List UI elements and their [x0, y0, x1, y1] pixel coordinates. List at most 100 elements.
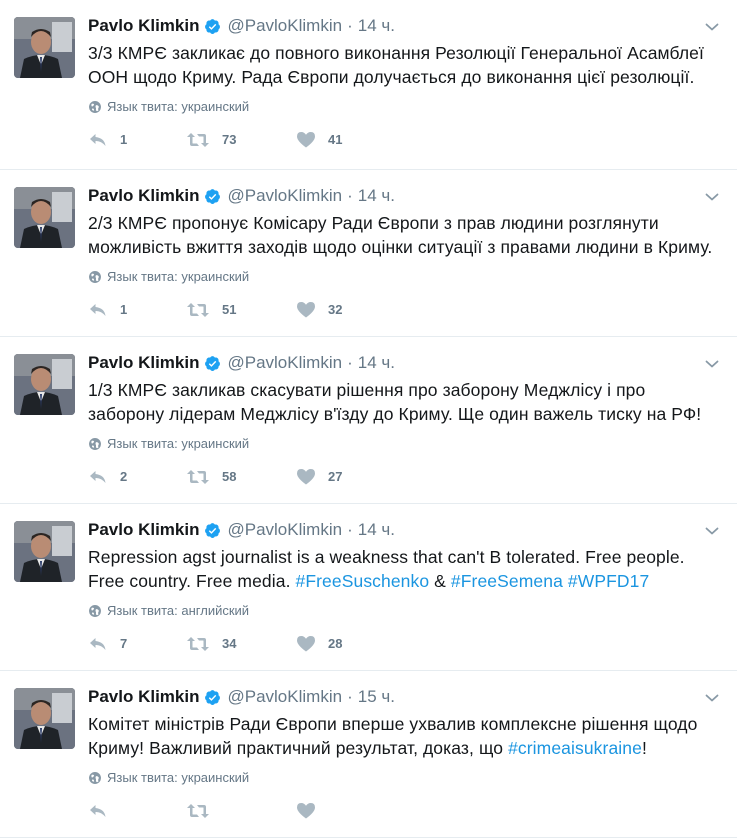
reply-button[interactable]: 1: [88, 132, 186, 148]
globe-icon: [88, 100, 102, 114]
globe-icon: [88, 604, 102, 618]
tweet-header: Pavlo Klimkin @PavloKlimkin · 14 ч.: [88, 12, 723, 40]
like-count: 28: [328, 636, 343, 651]
heart-icon: [297, 469, 315, 485]
tweet-text: 1/3 КМРЄ закликав скасувати рішення про …: [88, 378, 723, 426]
author-name[interactable]: Pavlo Klimkin: [88, 186, 199, 206]
tweet-text-segment: &: [429, 571, 451, 591]
separator-dot: ·: [347, 687, 353, 706]
tweet-header: Pavlo Klimkin @PavloKlimkin · 14 ч.: [88, 349, 723, 377]
author-handle[interactable]: @PavloKlimkin: [227, 16, 342, 36]
tweet-text: Repression agst journalist is a weakness…: [88, 545, 723, 593]
retweet-count: 34: [222, 636, 237, 651]
author-name[interactable]: Pavlo Klimkin: [88, 520, 199, 540]
timestamp[interactable]: 15 ч.: [358, 687, 395, 707]
author-handle[interactable]: @PavloKlimkin: [227, 520, 342, 540]
avatar[interactable]: [14, 354, 75, 415]
verified-badge-icon: [204, 355, 221, 372]
tweet-language: Язык твита: украинский: [88, 269, 723, 284]
tweet-language: Язык твита: украинский: [88, 99, 723, 114]
like-button[interactable]: 41: [296, 131, 396, 148]
reply-icon: [90, 133, 106, 146]
retweet-button[interactable]: 58: [186, 469, 296, 485]
tweet[interactable]: Pavlo Klimkin @PavloKlimkin · 14 ч. Repr…: [0, 504, 737, 671]
verified-badge-icon: [204, 689, 221, 706]
reply-count: 1: [120, 132, 128, 147]
hashtag-link[interactable]: #FreeSuschenko: [296, 571, 430, 591]
tweet-text-segment: 2/3 КМРЄ пропонує Комісару Ради Європи з…: [88, 213, 713, 257]
like-count: 27: [328, 469, 343, 484]
tweet-header: Pavlo Klimkin @PavloKlimkin · 14 ч.: [88, 182, 723, 210]
verified-badge-icon: [204, 18, 221, 35]
tweet[interactable]: Pavlo Klimkin @PavloKlimkin · 14 ч. 3/3 …: [0, 0, 737, 170]
chevron-down-icon[interactable]: [705, 20, 719, 34]
tweet-language-label: Язык твита: английский: [107, 603, 250, 618]
reply-count: 7: [120, 636, 128, 651]
tweet[interactable]: Pavlo Klimkin @PavloKlimkin · 14 ч. 1/3 …: [0, 337, 737, 504]
author-handle[interactable]: @PavloKlimkin: [227, 353, 342, 373]
author-handle[interactable]: @PavloKlimkin: [227, 186, 342, 206]
tweet-actions: 2 58 27: [88, 468, 723, 485]
author-name[interactable]: Pavlo Klimkin: [88, 353, 199, 373]
hashtag-link[interactable]: #WPFD17: [568, 571, 649, 591]
globe-icon: [88, 270, 102, 284]
author-name[interactable]: Pavlo Klimkin: [88, 687, 199, 707]
reply-icon: [90, 804, 106, 817]
chevron-down-icon[interactable]: [705, 357, 719, 371]
hashtag-link[interactable]: #crimeaisukraine: [508, 738, 642, 758]
retweet-button[interactable]: 73: [186, 132, 296, 148]
avatar[interactable]: [14, 187, 75, 248]
like-button[interactable]: 32: [296, 301, 396, 318]
verified-badge-icon: [204, 522, 221, 539]
avatar[interactable]: [14, 17, 75, 78]
heart-icon: [297, 302, 315, 318]
tweet-language-label: Язык твита: украинский: [107, 269, 250, 284]
timestamp[interactable]: 14 ч.: [358, 16, 395, 36]
retweet-button[interactable]: 51: [186, 302, 296, 318]
chevron-down-icon[interactable]: [705, 691, 719, 705]
timeline: Pavlo Klimkin @PavloKlimkin · 14 ч. 3/3 …: [0, 0, 737, 838]
tweet-text-segment: 1/3 КМРЄ закликав скасувати рішення про …: [88, 380, 702, 424]
reply-button[interactable]: [88, 803, 186, 819]
timestamp[interactable]: 14 ч.: [358, 353, 395, 373]
chevron-down-icon[interactable]: [705, 190, 719, 204]
heart-icon: [297, 803, 315, 819]
reply-count: 2: [120, 469, 128, 484]
tweet-language: Язык твита: украинский: [88, 770, 723, 785]
retweet-button[interactable]: [186, 803, 296, 819]
avatar[interactable]: [14, 521, 75, 582]
retweet-count: 58: [222, 469, 237, 484]
reply-button[interactable]: 7: [88, 636, 186, 652]
like-button[interactable]: 27: [296, 468, 396, 485]
tweet-actions: 1 51 32: [88, 301, 723, 318]
timestamp[interactable]: 14 ч.: [358, 520, 395, 540]
tweet[interactable]: Pavlo Klimkin @PavloKlimkin · 14 ч. 2/3 …: [0, 170, 737, 337]
hashtag-link[interactable]: #FreeSemena: [451, 571, 563, 591]
retweet-button[interactable]: 34: [186, 636, 296, 652]
reply-button[interactable]: 2: [88, 469, 186, 485]
retweet-icon: [187, 636, 209, 651]
reply-count: 1: [120, 302, 128, 317]
author-name[interactable]: Pavlo Klimkin: [88, 16, 199, 36]
avatar[interactable]: [14, 688, 75, 749]
tweet-text: Комітет міністрів Ради Європи вперше ухв…: [88, 712, 723, 760]
author-handle[interactable]: @PavloKlimkin: [227, 687, 342, 707]
reply-icon: [90, 637, 106, 650]
tweet-actions: [88, 802, 723, 819]
globe-icon: [88, 437, 102, 451]
tweet-language-label: Язык твита: украинский: [107, 99, 250, 114]
retweet-count: 51: [222, 302, 237, 317]
like-button[interactable]: 28: [296, 635, 396, 652]
chevron-down-icon[interactable]: [705, 524, 719, 538]
timestamp[interactable]: 14 ч.: [358, 186, 395, 206]
like-button[interactable]: [296, 802, 396, 819]
tweet-header: Pavlo Klimkin @PavloKlimkin · 15 ч.: [88, 683, 723, 711]
separator-dot: ·: [347, 520, 353, 539]
heart-icon: [297, 636, 315, 652]
retweet-icon: [187, 132, 209, 147]
reply-icon: [90, 470, 106, 483]
tweet-language: Язык твита: английский: [88, 603, 723, 618]
reply-button[interactable]: 1: [88, 302, 186, 318]
tweet-language-label: Язык твита: украинский: [107, 770, 250, 785]
tweet[interactable]: Pavlo Klimkin @PavloKlimkin · 15 ч. Комі…: [0, 671, 737, 838]
